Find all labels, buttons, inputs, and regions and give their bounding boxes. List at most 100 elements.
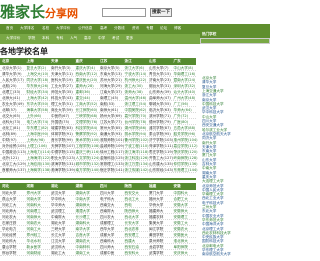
school-link[interactable]: 西安理工 [125, 233, 139, 238]
school-link[interactable]: 美术学院(100) [76, 138, 100, 143]
school-link[interactable]: 四川农大 [100, 215, 114, 220]
school-link[interactable]: 新乡医学 [27, 245, 41, 250]
school-link[interactable]: 江苏大学(77) [100, 120, 122, 125]
school-link[interactable]: 河南科大 [27, 203, 41, 208]
school-link[interactable]: 集美大学 [149, 221, 163, 226]
school-link[interactable]: 北外(121) [2, 156, 19, 161]
school-link[interactable]: 南师大(61) [100, 108, 118, 113]
school-link[interactable]: 安庆师大 [174, 251, 188, 256]
school-link[interactable]: 西华大学 [100, 227, 114, 232]
school-link[interactable]: 浙江海洋(118) [125, 150, 149, 155]
sidebar-link[interactable]: 南京航空航天大学 [202, 252, 231, 257]
primary-nav-item[interactable]: 资讯 [132, 26, 139, 31]
school-link[interactable]: 河北工大 [2, 203, 16, 208]
column-header[interactable]: 湖南 [76, 184, 83, 189]
school-link[interactable]: 厦门大学 [149, 191, 163, 196]
school-link[interactable]: 暨南大学(24) [174, 78, 196, 83]
school-link[interactable]: 湖南农大 [76, 239, 90, 244]
school-link[interactable]: 外国语(75) [51, 120, 69, 125]
school-link[interactable]: 广外(72) [174, 114, 189, 119]
school-link[interactable]: 电力大学(74) [27, 120, 49, 125]
school-link[interactable]: 滨州学院(71) [149, 114, 171, 119]
school-link[interactable]: 浙江万里(134) [125, 162, 149, 167]
school-link[interactable]: 湖北工大 [51, 251, 65, 256]
school-link[interactable]: 北师大(41) [2, 96, 20, 101]
secondary-nav-item[interactable]: 高中 [84, 36, 91, 41]
school-link[interactable]: 湖南工大 [76, 251, 90, 256]
school-link[interactable]: 成都中医 [100, 251, 114, 256]
school-link[interactable]: 长江师院(60) [76, 108, 98, 113]
primary-nav-item[interactable]: 首页 [6, 26, 13, 31]
school-link[interactable]: 上海交大(10) [27, 72, 49, 77]
school-link[interactable]: 财经大学(34) [27, 90, 49, 95]
school-link[interactable]: 深圳大学(32) [174, 84, 196, 89]
school-link[interactable]: 对外经贸(105) [2, 144, 26, 149]
school-link[interactable]: 中德学院(115) [51, 150, 75, 155]
secondary-nav-item[interactable]: 中学 [98, 36, 105, 41]
school-link[interactable]: 山东师大(39) [149, 90, 171, 95]
school-link[interactable]: 华东理工(82) [27, 126, 49, 131]
school-link[interactable]: 人民大学(17) [2, 78, 24, 83]
school-link[interactable]: 衢州学院(102) [125, 138, 149, 143]
school-link[interactable]: 北理工(33) [2, 90, 20, 95]
school-link[interactable]: 科技大学(43) [51, 96, 73, 101]
school-link[interactable]: 中医药(67) [51, 114, 69, 119]
school-link[interactable]: 中南财大 [51, 215, 65, 220]
school-link[interactable]: 菏泽学院(111) [149, 144, 173, 149]
school-link[interactable]: 上海中医(90) [27, 132, 49, 137]
school-link[interactable]: 东莞理工(144) [174, 168, 198, 173]
school-link[interactable]: 上海商学(138) [27, 168, 51, 173]
school-link[interactable]: 医科大学(19) [51, 78, 73, 83]
school-link[interactable]: 重庆三峡(116) [76, 150, 100, 155]
secondary-nav-item[interactable]: 考试 [112, 36, 119, 41]
column-header[interactable]: 陕西 [125, 184, 132, 189]
school-link[interactable]: 复旦大学(2) [27, 66, 46, 71]
school-link[interactable]: 中国政法(113) [2, 150, 26, 155]
school-link[interactable]: 华中科大 [51, 197, 65, 202]
primary-nav-item[interactable]: 专题 [146, 26, 153, 31]
school-link[interactable]: 惠州学院(104) [174, 138, 198, 143]
school-link[interactable]: 浙江传媒(142) [125, 168, 149, 173]
school-link[interactable]: 理工大学(51) [51, 102, 73, 107]
school-link[interactable]: 职业大学(123) [51, 156, 75, 161]
school-link[interactable]: 邢台学院 [2, 251, 16, 256]
school-link[interactable]: 陕西师大 [125, 209, 139, 214]
school-link[interactable]: 中南林科 [76, 245, 90, 250]
school-link[interactable]: 安徽师大 [174, 209, 188, 214]
school-link[interactable]: 河南工大 [27, 227, 41, 232]
school-link[interactable]: 盐城师院(109) [100, 144, 124, 149]
school-link[interactable]: 吉首大学 [76, 233, 90, 238]
school-link[interactable]: 东南大学(13) [100, 72, 122, 77]
school-link[interactable]: 长沙理工 [76, 215, 90, 220]
school-link[interactable]: 山东建大(135) [149, 162, 173, 167]
school-link[interactable]: 河南财经 [27, 251, 41, 256]
school-link[interactable]: 河北师大 [2, 209, 16, 214]
school-link[interactable]: 工程学院(108) [76, 144, 100, 149]
secondary-nav-item[interactable]: 人气 [70, 36, 77, 41]
school-link[interactable]: 北交大(65) [2, 114, 20, 119]
school-link[interactable]: 河北科大 [2, 239, 16, 244]
school-link[interactable]: 仲恺学院(136) [174, 162, 198, 167]
school-link[interactable]: 岭南师院(128) [174, 156, 198, 161]
school-link[interactable]: 四川大学 [100, 191, 114, 196]
school-link[interactable]: 重邮(36) [76, 90, 91, 95]
school-link[interactable]: 三峡大学 [51, 227, 65, 232]
school-link[interactable]: 福建师大 [149, 209, 163, 214]
school-link[interactable]: 天狮学院(107) [51, 144, 75, 149]
school-link[interactable]: 西北农林 [125, 227, 139, 232]
school-link[interactable]: 西安交大 [125, 191, 139, 196]
column-header[interactable]: 上海 [27, 59, 34, 64]
school-link[interactable]: 临沂大学(63) [149, 108, 171, 113]
school-link[interactable]: 泉州师院 [149, 239, 163, 244]
school-link[interactable]: 西北工大 [125, 197, 139, 202]
school-link[interactable]: 成都理工 [100, 221, 114, 226]
column-header[interactable]: 湖北 [51, 184, 58, 189]
secondary-nav-item[interactable]: 更多 [126, 36, 133, 41]
school-link[interactable]: 扬州大学(69) [100, 114, 122, 119]
school-link[interactable]: 工商大学(52) [76, 102, 98, 107]
primary-nav-item[interactable]: 论坛 [160, 26, 167, 31]
school-link[interactable]: 浙江大学(6) [125, 66, 144, 71]
school-link[interactable]: 石家庄铁 [2, 221, 16, 226]
school-link[interactable]: 上海大学(42) [27, 96, 49, 101]
school-link[interactable]: 滨海学院(131) [51, 162, 75, 167]
